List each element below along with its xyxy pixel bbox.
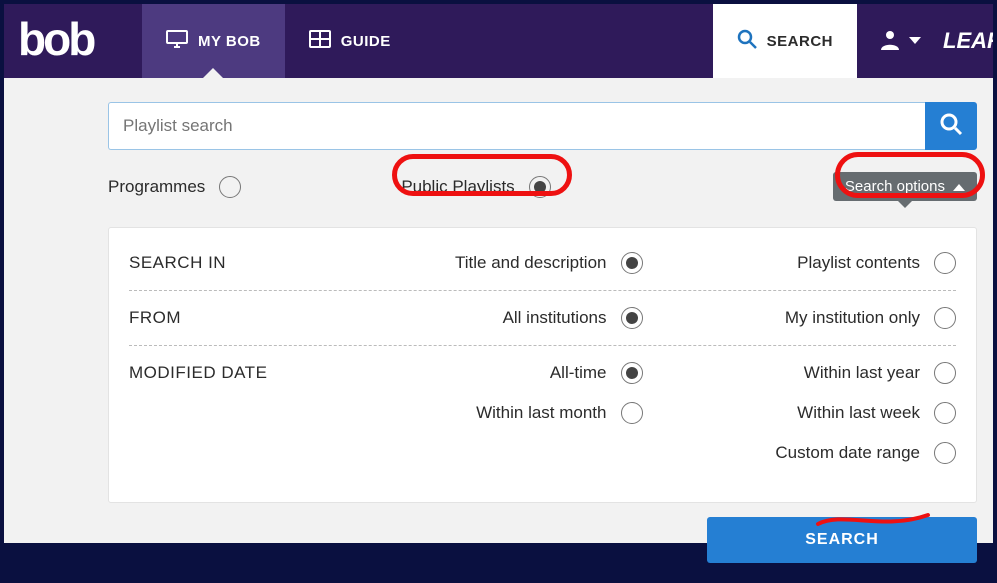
opt-label: Within last week [797, 403, 920, 423]
opt-all-institutions[interactable]: All institutions [503, 307, 643, 329]
opt-label: Playlist contents [797, 253, 920, 273]
row-from: FROM All institutions My institution onl… [129, 291, 956, 346]
nav-search[interactable]: SEARCH [713, 4, 857, 78]
opt-title-description[interactable]: Title and description [455, 252, 643, 274]
row-search-in: SEARCH IN Title and description Playlist… [129, 236, 956, 291]
row-modified-date: MODIFIED DATE All-time Within last year [129, 346, 956, 480]
opt-playlist-contents[interactable]: Playlist contents [797, 252, 956, 274]
nav-search-label: SEARCH [767, 33, 833, 50]
monitor-icon [166, 30, 188, 52]
type-programmes-label: Programmes [108, 177, 205, 197]
opt-my-institution[interactable]: My institution only [785, 307, 956, 329]
type-public-playlists[interactable]: Public Playlists [401, 176, 550, 198]
radio-icon [934, 442, 956, 464]
opt-within-year[interactable]: Within last year [804, 362, 956, 384]
search-type-row: Programmes Public Playlists Search optio… [108, 172, 977, 201]
radio-icon [529, 176, 551, 198]
radio-icon [621, 252, 643, 274]
user-icon [879, 28, 901, 55]
opt-custom-range[interactable]: Custom date range [775, 442, 956, 464]
radio-icon [219, 176, 241, 198]
opt-within-week[interactable]: Within last week [797, 402, 956, 424]
nav-mybob-label: MY BOB [198, 33, 261, 50]
opt-all-time[interactable]: All-time [550, 362, 643, 384]
opt-label: My institution only [785, 308, 920, 328]
search-icon [737, 29, 757, 53]
radio-icon [621, 402, 643, 424]
row-label: FROM [129, 308, 329, 328]
opt-label: All-time [550, 363, 607, 383]
nav-guide-label: GUIDE [341, 33, 391, 50]
opt-label: Title and description [455, 253, 607, 273]
type-public-playlists-label: Public Playlists [401, 177, 514, 197]
opt-within-month[interactable]: Within last month [476, 402, 642, 424]
search-options-toggle[interactable]: Search options [833, 172, 977, 201]
row-label: MODIFIED DATE [129, 363, 329, 383]
search-button[interactable]: SEARCH [707, 517, 977, 563]
svg-text:bob: bob [18, 19, 95, 63]
opt-label: All institutions [503, 308, 607, 328]
search-icon [939, 112, 963, 141]
user-menu[interactable] [857, 4, 943, 78]
nav-guide[interactable]: GUIDE [285, 4, 415, 78]
chevron-down-icon [909, 32, 921, 50]
logo[interactable]: bob [4, 4, 142, 78]
radio-icon [934, 362, 956, 384]
chevron-up-icon [953, 178, 965, 195]
header-bar: bob MY BOB GUIDE [4, 4, 993, 78]
radio-icon [934, 307, 956, 329]
opt-label: Custom date range [775, 443, 920, 463]
radio-icon [934, 252, 956, 274]
learning-on-screen-logo: LEARNING ON SCREEN [943, 4, 993, 78]
search-input[interactable] [108, 102, 925, 150]
search-go-button[interactable] [925, 102, 977, 150]
search-options-panel: SEARCH IN Title and description Playlist… [108, 227, 977, 503]
opt-label: Within last month [476, 403, 606, 423]
radio-icon [621, 362, 643, 384]
row-label: SEARCH IN [129, 253, 329, 273]
main-area: Programmes Public Playlists Search optio… [4, 78, 993, 583]
guide-icon [309, 30, 331, 52]
opt-label: Within last year [804, 363, 920, 383]
radio-icon [934, 402, 956, 424]
type-programmes[interactable]: Programmes [108, 176, 241, 198]
search-options-label: Search options [845, 178, 945, 195]
search-row [108, 102, 977, 150]
nav-mybob[interactable]: MY BOB [142, 4, 285, 78]
radio-icon [621, 307, 643, 329]
